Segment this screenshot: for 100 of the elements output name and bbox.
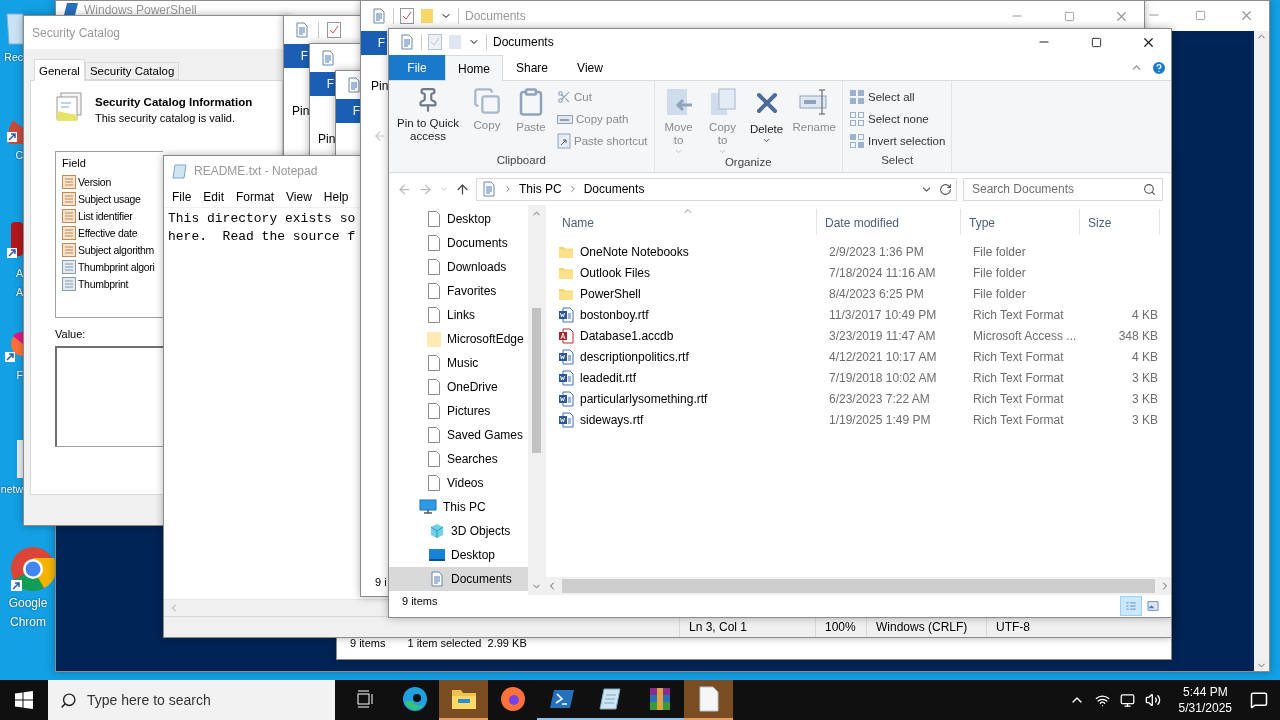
- nav-item[interactable]: Searches: [389, 447, 528, 471]
- file-row[interactable]: Outlook Files 7/18/2024 11:16 AM File folder: [546, 262, 1171, 283]
- page-icon: [427, 283, 441, 299]
- forward-button[interactable]: [418, 181, 433, 197]
- help-button[interactable]: [1151, 59, 1167, 76]
- maximize-button[interactable]: [1090, 36, 1102, 48]
- nav-item[interactable]: Desktop: [389, 207, 528, 231]
- ribbon-tab[interactable]: F: [336, 99, 362, 123]
- caret-icon: [718, 147, 727, 156]
- scrollbar[interactable]: [528, 205, 545, 595]
- menu-item[interactable]: Edit: [197, 189, 231, 204]
- nav-item[interactable]: Desktop: [389, 543, 528, 567]
- word-document-icon: [558, 390, 574, 407]
- shortcut-icon: [5, 118, 23, 144]
- search-field[interactable]: Type here to search: [48, 680, 335, 720]
- column-header[interactable]: Date modified: [817, 209, 961, 235]
- nav-item[interactable]: Pictures: [389, 399, 528, 423]
- desktop-icon-label: A: [16, 266, 23, 281]
- nav-item[interactable]: This PC: [389, 495, 528, 519]
- ribbon-button[interactable]: Invert selection: [847, 131, 948, 151]
- details-view-button[interactable]: [1121, 597, 1141, 615]
- file-row[interactable]: Database1.accdb 3/23/2019 11:47 AM Microsoft Access ... 348 KB: [546, 325, 1171, 346]
- desktop-icon-label: Rec: [4, 50, 23, 65]
- nav-item[interactable]: Saved Games: [389, 423, 528, 447]
- notifications-icon[interactable]: [1250, 691, 1268, 709]
- ribbon-button[interactable]: Pin: [318, 132, 336, 146]
- ribbon-button[interactable]: Pin: [292, 104, 310, 118]
- task-view-icon: [355, 690, 376, 708]
- ribbon-tab[interactable]: F: [310, 72, 336, 96]
- up-button[interactable]: [455, 181, 470, 197]
- folder-icon: [448, 34, 462, 50]
- nav-item[interactable]: Links: [389, 303, 528, 327]
- taskbar-button[interactable]: [684, 680, 733, 720]
- column-header[interactable]: Type: [961, 209, 1080, 235]
- document-icon: [429, 571, 445, 587]
- window-title: README.txt - Notepad: [194, 164, 318, 178]
- menu-item[interactable]: File: [166, 189, 198, 204]
- clock[interactable]: 5:44 PM 5/31/2025: [1170, 684, 1240, 716]
- nav-item[interactable]: 3D Objects: [389, 519, 528, 543]
- network-icon[interactable]: [1094, 692, 1110, 708]
- file-row[interactable]: leadedit.rtf 7/19/2018 10:02 AM Rich Text Format 3 KB: [546, 367, 1171, 388]
- search-field[interactable]: Search Documents: [963, 177, 1163, 201]
- field-name[interactable]: Subject algorithm: [78, 243, 155, 256]
- field-name[interactable]: Effective date: [78, 226, 138, 239]
- info-heading: Security Catalog Information: [95, 96, 253, 108]
- tab[interactable]: Security Catalog: [84, 62, 180, 80]
- scroll-thumb[interactable]: [532, 307, 541, 453]
- file-row[interactable]: PowerShell 8/4/2023 6:25 PM File folder: [546, 283, 1171, 304]
- field-name[interactable]: Subject usage: [78, 192, 141, 205]
- nav-item[interactable]: Favorites: [389, 279, 528, 303]
- ribbon-button[interactable]: Select all: [847, 87, 948, 107]
- nav-item[interactable]: Videos: [389, 471, 528, 495]
- field-icon: [62, 174, 76, 189]
- back-button[interactable]: [397, 181, 412, 197]
- notepad-icon: [172, 163, 188, 179]
- refresh-icon[interactable]: [939, 182, 952, 196]
- ribbon-button[interactable]: Delete: [746, 85, 787, 156]
- address-bar[interactable]: This PC Documents: [476, 177, 957, 201]
- ribbon-tab[interactable]: File: [389, 55, 445, 80]
- ribbon-button[interactable]: Select none: [847, 109, 948, 129]
- menu-item[interactable]: View: [280, 189, 318, 204]
- column-header[interactable]: Size: [1080, 209, 1160, 235]
- file-row[interactable]: bostonboy.rtf 11/3/2017 10:49 PM Rich Text Format 4 KB: [546, 304, 1171, 325]
- field-name[interactable]: List identifier: [78, 209, 133, 222]
- browser-icon: [3, 330, 23, 364]
- nav-item[interactable]: MicrosoftEdge: [389, 327, 528, 351]
- file-row[interactable]: particularlysomething.rtf 6/23/2023 7:22 AM Rich Text Format 3 KB: [546, 388, 1171, 409]
- page-icon: [427, 355, 441, 371]
- nav-item[interactable]: Music: [389, 351, 528, 375]
- field-name[interactable]: Version: [78, 175, 111, 188]
- ribbon-tab[interactable]: F: [361, 31, 387, 55]
- notepad-icon: [597, 687, 624, 711]
- database-file-icon: [558, 327, 574, 344]
- menu-item[interactable]: Format: [230, 189, 281, 204]
- ribbon-button[interactable]: Pin to Quick access: [393, 85, 463, 154]
- ribbon-button[interactable]: Pin: [371, 79, 389, 93]
- tab[interactable]: General: [34, 59, 85, 81]
- back-button[interactable]: [373, 129, 387, 143]
- window-title: Windows PowerShell: [84, 3, 197, 17]
- ribbon-tab[interactable]: F: [284, 44, 310, 68]
- nav-item[interactable]: Documents: [389, 231, 528, 255]
- desktop-icon-label: C: [15, 148, 23, 163]
- checklist-icon: [327, 22, 341, 38]
- field-name[interactable]: Thumbprint algori: [78, 260, 155, 273]
- nav-item[interactable]: Downloads: [389, 255, 528, 279]
- field-name[interactable]: Thumbprint: [78, 277, 129, 290]
- column-header[interactable]: Name: [554, 209, 817, 235]
- scrollbar[interactable]: [546, 577, 1171, 595]
- copy-icon: [473, 87, 501, 115]
- file-row[interactable]: descriptionpolitics.rtf 4/12/2021 10:17 AM Rich Text Format 4 KB: [546, 346, 1171, 367]
- item-count: 9 items: [402, 595, 438, 607]
- speaker-icon[interactable]: [1144, 692, 1161, 708]
- file-row[interactable]: sideways.rtf 1/19/2025 1:49 PM Rich Text Format 3 KB: [546, 409, 1171, 430]
- nav-item[interactable]: Documents: [389, 567, 528, 591]
- file-row[interactable]: OneNote Notebooks 2/9/2023 1:36 PM File folder: [546, 241, 1171, 262]
- ribbon-tab[interactable]: Home: [445, 55, 503, 81]
- nav-item[interactable]: OneDrive: [389, 375, 528, 399]
- menu-item[interactable]: Help: [317, 189, 355, 204]
- start-button[interactable]: [15, 691, 33, 709]
- scrollbar[interactable]: [1254, 31, 1269, 671]
